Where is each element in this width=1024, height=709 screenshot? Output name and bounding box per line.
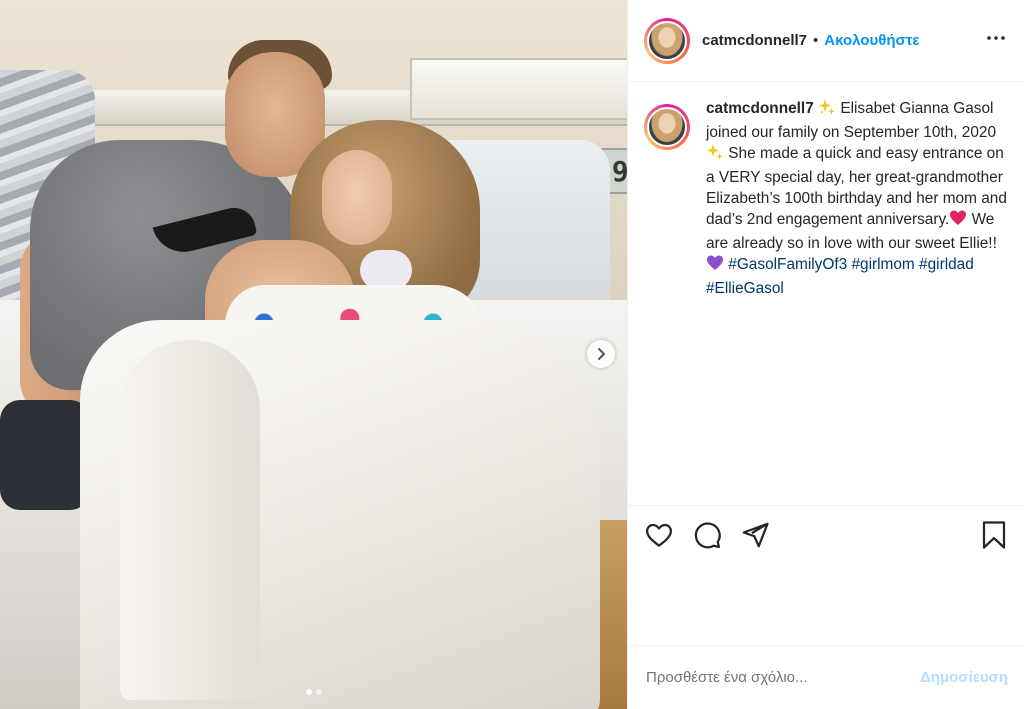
hashtag-link[interactable]: #girldad [919,256,974,273]
heart-exclamation-icon [949,209,967,233]
caption-avatar [647,107,687,147]
bookmark-icon [982,520,1006,549]
likes-area [628,563,1024,645]
photo-baby-cap [360,250,412,290]
photo-woman-face [322,150,392,245]
more-horizontal-icon [987,35,1005,40]
post-header: catmcdonnell7 • Ακολουθήστε [628,0,1024,82]
photo-light-fixture [410,58,627,120]
comment-icon [694,521,721,548]
header-username-link[interactable]: catmcdonnell7 [702,32,807,49]
heart-icon [646,523,672,547]
caption-text: catmcdonnell7 Elisabet Gianna Gasol join… [706,98,1008,505]
post-comment-button[interactable]: Δημοσίευση [920,669,1008,686]
save-button[interactable] [980,520,1008,550]
action-bar [628,505,1024,563]
carousel-dot [316,689,322,695]
avatar [647,20,687,61]
sparkles-icon [706,143,724,167]
comment-button[interactable] [692,520,722,550]
hashtag-link[interactable]: #EllieGasol [706,280,784,297]
story-ring[interactable] [644,17,690,64]
header-separator: • [813,32,819,49]
more-options-button[interactable] [984,26,1008,56]
comment-bar: Δημοσίευση [628,645,1024,709]
follow-button[interactable]: Ακολουθήστε [824,32,919,49]
comment-input[interactable] [644,668,920,687]
send-icon [742,522,769,547]
chevron-right-icon [598,348,605,360]
caption-section: catmcdonnell7 Elisabet Gianna Gasol join… [628,82,1024,505]
like-button[interactable] [644,520,674,550]
carousel-indicator [0,689,627,695]
post-side-panel: catmcdonnell7 • Ακολουθήστε catmcdonnell… [627,0,1024,709]
photo-sheet-fold [120,340,260,700]
carousel-next-button[interactable] [587,340,615,368]
hashtag-link[interactable]: #girlmom [851,256,914,273]
caption-username-link[interactable]: catmcdonnell7 [706,100,814,117]
post-photo[interactable]: 2:49 [0,0,627,709]
hashtag-link[interactable]: #GasolFamilyOf3 [728,256,847,273]
caption-story-ring[interactable] [644,104,690,150]
photo-man-leg [0,400,90,510]
sparkles-icon [818,98,836,122]
instagram-post: 2:49 catmcdonnel [0,0,1024,709]
carousel-dot-active [306,689,312,695]
share-button[interactable] [740,520,770,550]
purple-heart-icon [706,254,724,278]
